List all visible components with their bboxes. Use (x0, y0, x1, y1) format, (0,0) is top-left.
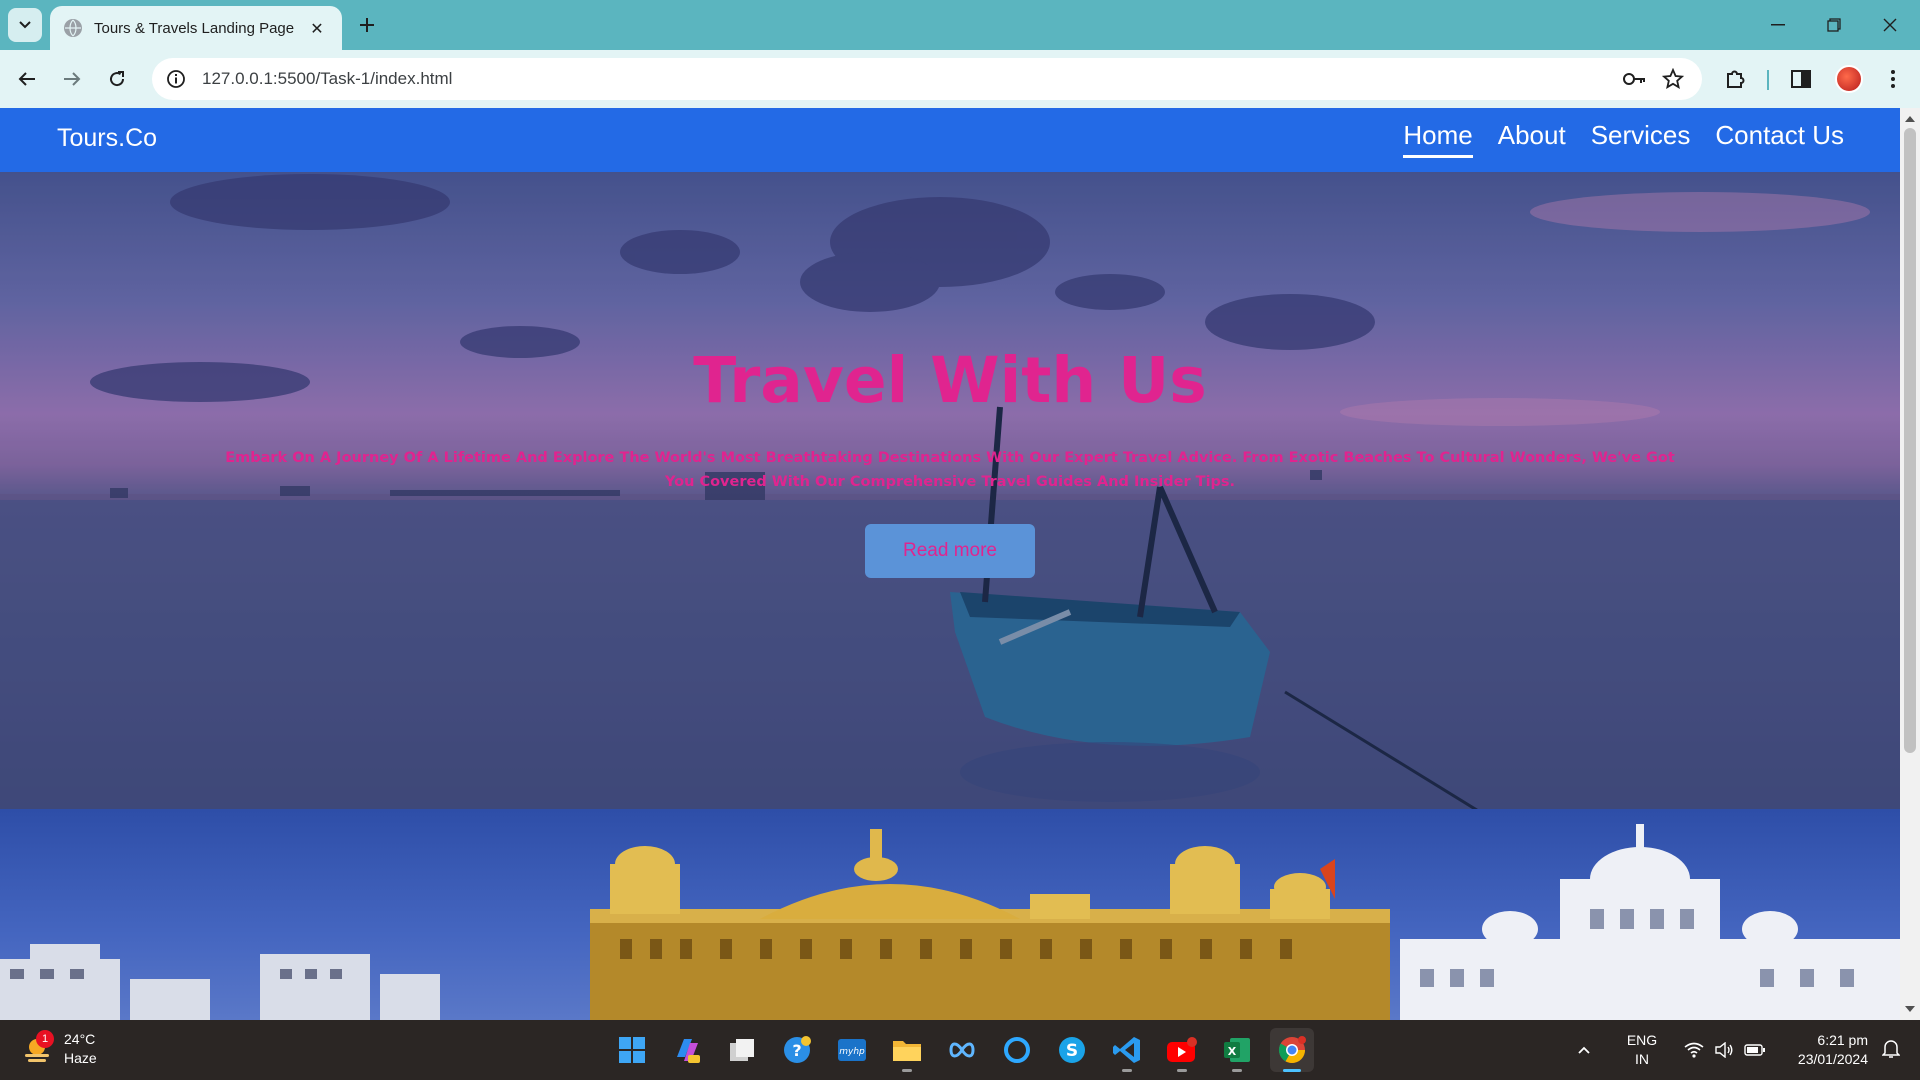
scroll-down-icon[interactable] (1905, 1006, 1915, 1012)
notification-bell-icon[interactable] (1881, 1038, 1901, 1062)
weather-haze-icon: 1 (22, 1030, 54, 1064)
chrome-icon[interactable] (1270, 1028, 1314, 1072)
url-text[interactable]: 127.0.0.1:5500/Task-1/index.html (202, 69, 1612, 89)
svg-text:X: X (1228, 1045, 1237, 1058)
side-panel-button[interactable] (1784, 62, 1818, 96)
svg-text:myhp: myhp (839, 1047, 865, 1057)
running-indicator (1283, 1069, 1301, 1072)
destination-section (0, 809, 1900, 1020)
weather-desc: Haze (64, 1050, 97, 1066)
tab-search-button[interactable] (8, 8, 42, 42)
arrow-right-icon (64, 72, 81, 86)
hero-title: Travel With Us (693, 344, 1207, 417)
file-explorer-icon[interactable] (885, 1028, 929, 1072)
scrollbar-thumb[interactable] (1904, 128, 1916, 753)
nav-link-home[interactable]: Home (1403, 120, 1473, 158)
bookmark-star-icon[interactable] (1658, 64, 1688, 94)
copilot-icon[interactable] (665, 1028, 709, 1072)
quick-settings[interactable] (1684, 1042, 1766, 1058)
minimize-icon (1771, 24, 1785, 26)
clock-date: 23/01/2024 (1797, 1051, 1868, 1067)
tab-title: Tours & Travels Landing Page (94, 19, 295, 37)
meta-icon[interactable] (940, 1028, 984, 1072)
chevron-down-icon (19, 21, 31, 29)
taskbar-apps: ? myhp S X (610, 1028, 1314, 1072)
read-more-button[interactable]: Read more (865, 524, 1035, 578)
volume-icon (1715, 1042, 1733, 1058)
weather-widget[interactable]: 1 24°C Haze (22, 1030, 97, 1068)
scroll-up-icon[interactable] (1905, 116, 1915, 122)
running-indicator (1122, 1069, 1132, 1072)
running-indicator (1232, 1069, 1242, 1072)
weather-temp: 24°C (64, 1031, 96, 1047)
page-scrollbar[interactable] (1900, 108, 1920, 1020)
reload-button[interactable] (100, 62, 134, 96)
kebab-menu-icon (1891, 70, 1895, 88)
chrome-menu-button[interactable] (1876, 62, 1910, 96)
site-brand-logo[interactable]: Tours.Co (57, 124, 157, 153)
windows-start-icon[interactable] (610, 1028, 654, 1072)
tray-overflow-chevron-icon[interactable] (1566, 1045, 1602, 1055)
vscode-icon[interactable] (1105, 1028, 1149, 1072)
language-code: ENG (1626, 1032, 1658, 1048)
page-viewport: Tours.Co Home About Services Contact Us (0, 108, 1900, 1020)
golden-temple-image (0, 824, 1900, 1020)
battery-icon (1744, 1044, 1765, 1056)
excel-icon[interactable]: X (1215, 1028, 1259, 1072)
nav-link-services[interactable]: Services (1591, 120, 1691, 158)
forward-button[interactable] (55, 62, 89, 96)
clock[interactable]: 6:21 pm 23/01/2024 (1786, 1031, 1868, 1069)
new-tab-button[interactable] (352, 10, 382, 40)
windows-taskbar: 1 24°C Haze ? myhp S X ENG IN 6:21 pm 23… (0, 1020, 1920, 1080)
running-indicator (1177, 1069, 1187, 1072)
hero-subtitle: Embark On A Journey Of A Lifetime And Ex… (225, 450, 1675, 490)
wifi-icon (1684, 1042, 1704, 1058)
profile-avatar[interactable] (1835, 65, 1863, 93)
extensions-button[interactable] (1718, 62, 1752, 96)
plus-icon (360, 18, 374, 32)
hero-content: Travel With Us Embark On A Journey Of A … (0, 172, 1900, 809)
side-panel-icon (1791, 70, 1811, 88)
globe-icon (64, 19, 82, 37)
browser-tab-active[interactable]: Tours & Travels Landing Page ✕ (50, 6, 342, 50)
weather-badge: 1 (36, 1030, 54, 1048)
svg-text:?: ? (792, 1041, 801, 1060)
hero-section: Travel With Us Embark On A Journey Of A … (0, 172, 1900, 809)
restore-icon (1827, 18, 1841, 32)
clock-time: 6:21 pm (1817, 1032, 1868, 1048)
myhp-icon[interactable]: myhp (830, 1028, 874, 1072)
task-view-icon[interactable] (720, 1028, 764, 1072)
close-window-button[interactable] (1862, 0, 1918, 50)
toolbar-divider (1767, 70, 1769, 90)
region-code: IN (1635, 1051, 1649, 1067)
running-indicator (902, 1069, 912, 1072)
language-indicator[interactable]: ENG IN (1620, 1031, 1664, 1069)
address-bar[interactable]: 127.0.0.1:5500/Task-1/index.html (152, 58, 1702, 100)
nav-links: Home About Services Contact Us (1403, 120, 1844, 158)
restore-button[interactable] (1806, 0, 1862, 50)
back-button[interactable] (10, 62, 44, 96)
nav-link-about[interactable]: About (1498, 120, 1566, 158)
site-info-icon[interactable] (166, 69, 186, 89)
arrow-left-icon (18, 72, 35, 86)
system-tray: ENG IN 6:21 pm 23/01/2024 (1566, 1020, 1920, 1080)
help-icon[interactable]: ? (775, 1028, 819, 1072)
nav-link-contact[interactable]: Contact Us (1715, 120, 1844, 158)
skype-icon[interactable]: S (1050, 1028, 1094, 1072)
puzzle-icon (1727, 70, 1745, 88)
browser-tabstrip: Tours & Travels Landing Page ✕ (0, 0, 1920, 50)
site-navbar: Tours.Co Home About Services Contact Us (0, 108, 1900, 172)
minimize-button[interactable] (1750, 0, 1806, 50)
tab-close-icon[interactable]: ✕ (306, 17, 328, 39)
svg-text:S: S (1066, 1041, 1078, 1061)
youtube-icon[interactable] (1160, 1028, 1204, 1072)
key-icon[interactable] (1620, 64, 1650, 94)
reload-icon (110, 71, 125, 87)
cortana-icon[interactable] (995, 1028, 1039, 1072)
browser-toolbar: 127.0.0.1:5500/Task-1/index.html (0, 50, 1920, 108)
close-icon (1883, 18, 1897, 32)
